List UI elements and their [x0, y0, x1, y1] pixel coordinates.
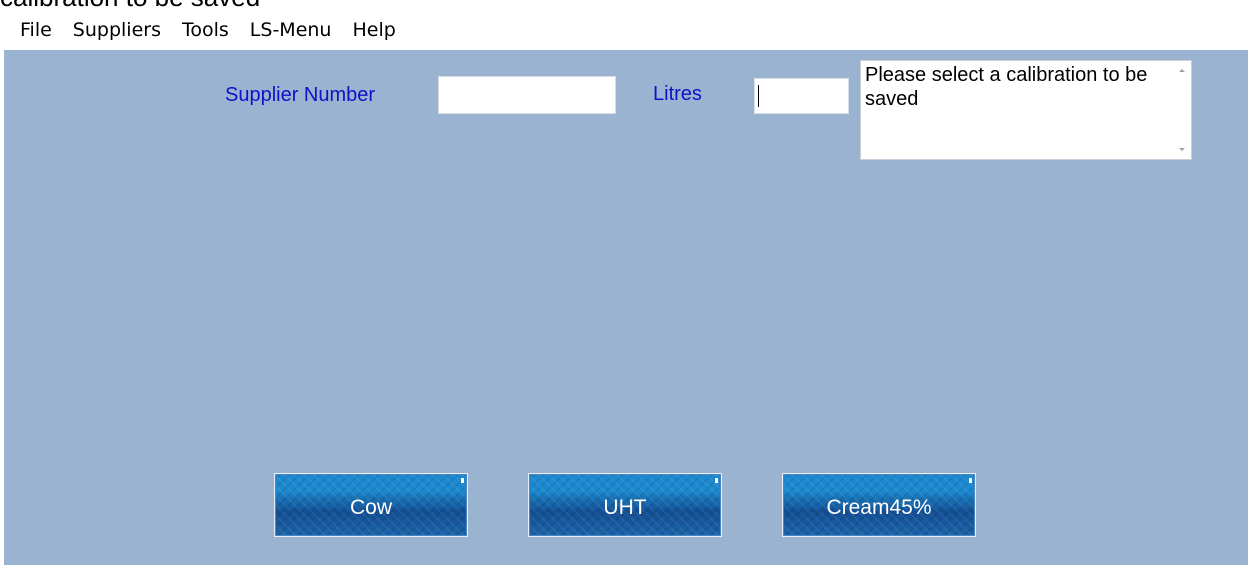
menu-suppliers[interactable]: Suppliers	[73, 19, 161, 41]
scroll-up-arrow-icon[interactable]	[1179, 69, 1185, 72]
clipped-title-strip: calibration to be saved	[0, 0, 1248, 10]
cream45-button-label: Cream45%	[826, 496, 932, 519]
cow-button[interactable]: Cow	[274, 473, 468, 537]
button-corner-mark	[461, 478, 464, 483]
button-corner-mark	[969, 478, 972, 483]
menu-tools[interactable]: Tools	[182, 19, 229, 41]
menu-help[interactable]: Help	[352, 19, 395, 41]
uht-button-label: UHT	[603, 496, 647, 519]
cow-button-label: Cow	[349, 496, 392, 519]
clipped-title-text: calibration to be saved	[0, 0, 260, 10]
menu-bar: File Suppliers Tools LS-Menu Help	[0, 10, 1248, 50]
cream45-button[interactable]: Cream45%	[782, 473, 976, 537]
button-corner-mark	[715, 478, 718, 483]
message-box[interactable]: Please select a calibration to be saved	[860, 60, 1192, 160]
uht-button[interactable]: UHT	[528, 473, 722, 537]
client-area: Supplier Number Litres Please select a c…	[4, 50, 1248, 565]
supplier-number-label: Supplier Number	[225, 84, 376, 106]
menu-ls-menu[interactable]: LS-Menu	[250, 19, 332, 41]
message-text: Please select a calibration to be saved	[865, 64, 1148, 110]
menu-file[interactable]: File	[20, 19, 52, 41]
supplier-number-input[interactable]	[438, 76, 616, 114]
litres-input[interactable]	[754, 78, 849, 114]
text-caret	[758, 85, 759, 107]
message-scrollbar[interactable]	[1173, 61, 1191, 159]
litres-label: Litres	[653, 83, 702, 105]
scroll-down-arrow-icon[interactable]	[1179, 148, 1185, 151]
